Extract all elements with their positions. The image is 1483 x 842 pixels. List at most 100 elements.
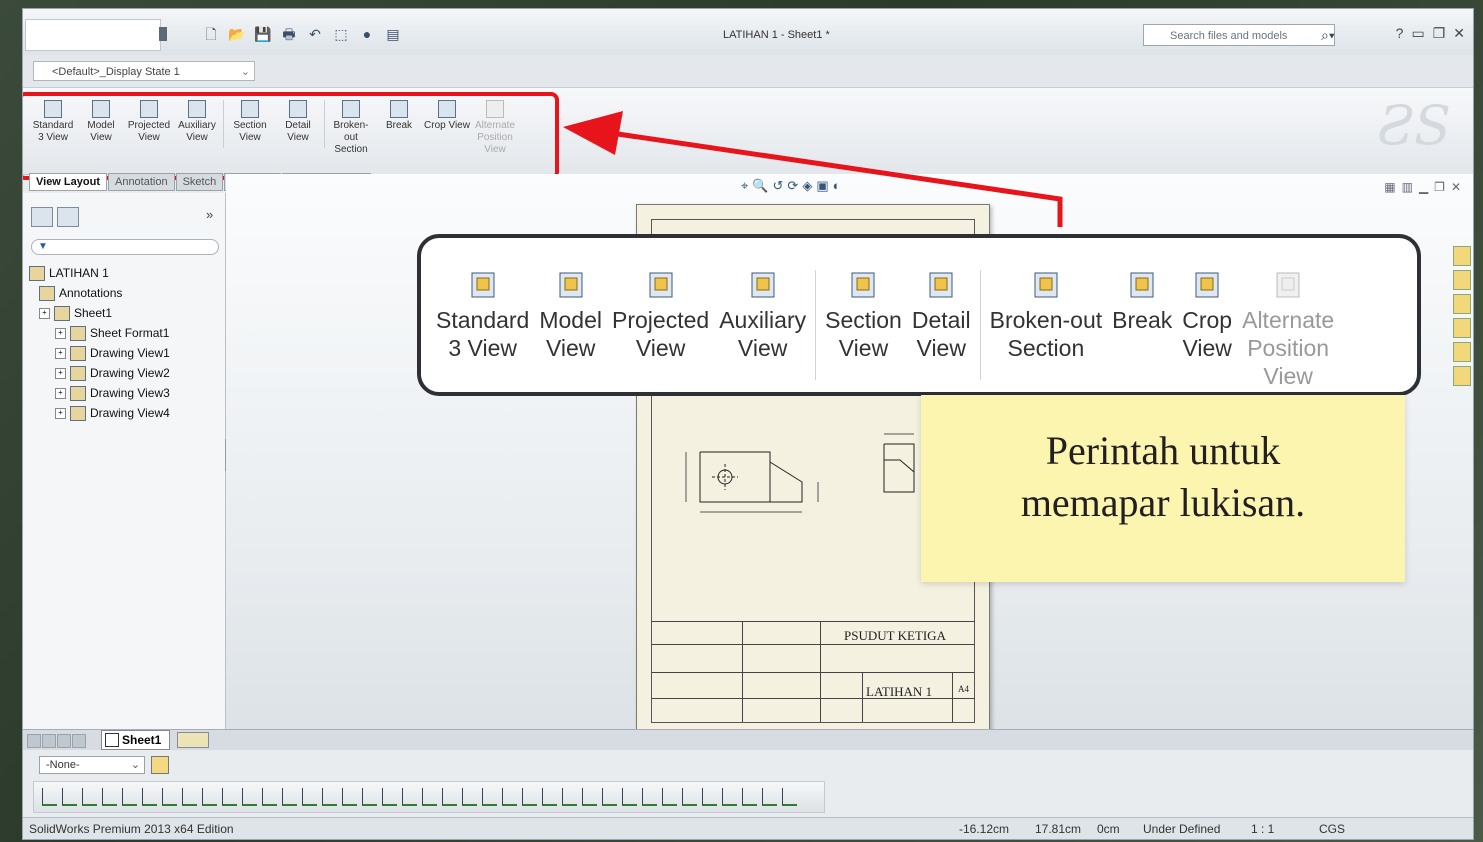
tree-item[interactable]: + Sheet Format1	[29, 323, 170, 343]
hide-show-icon[interactable]: ◐	[833, 178, 841, 194]
print-icon[interactable]: 🖶	[279, 25, 299, 43]
sketch-tool-icon[interactable]	[342, 788, 357, 806]
sketch-tool-icon[interactable]	[382, 788, 397, 806]
chevron-right-icon[interactable]: »	[206, 207, 213, 222]
first-sheet-icon[interactable]	[27, 734, 41, 748]
expand-icon[interactable]: +	[55, 347, 66, 359]
expand-icon[interactable]: +	[55, 387, 66, 399]
tab-sketch[interactable]: Sketch	[175, 173, 224, 191]
tab-annotation[interactable]: Annotation	[107, 173, 175, 191]
restore-icon[interactable]: ❐	[1434, 180, 1445, 194]
file-explorer-icon[interactable]	[1453, 294, 1471, 314]
tree-item[interactable]: + Drawing View1	[29, 343, 170, 363]
expand-icon[interactable]: +	[39, 307, 50, 319]
restore-icon[interactable]: ❐	[1433, 25, 1446, 42]
layer-properties-icon[interactable]	[151, 756, 169, 774]
sketch-tool-icon[interactable]	[482, 788, 497, 806]
open-icon[interactable]: 📂	[227, 25, 247, 43]
expand-icon[interactable]: +	[55, 327, 66, 339]
sketch-tool-icon[interactable]	[222, 788, 237, 806]
search-input[interactable]: Search files and models	[1143, 24, 1335, 46]
sketch-tool-icon[interactable]	[522, 788, 537, 806]
sketch-tool-icon[interactable]	[762, 788, 777, 806]
zoom-fit-icon[interactable]: ⌖	[741, 178, 748, 194]
custom-properties-icon[interactable]	[1453, 366, 1471, 386]
menu-flyout-arrow[interactable]	[159, 27, 167, 41]
expand-icon[interactable]: +	[55, 367, 66, 379]
previous-view-icon[interactable]: ↺	[773, 178, 784, 194]
sketch-tool-icon[interactable]	[162, 788, 177, 806]
next-sheet-icon[interactable]	[57, 734, 71, 748]
layer-select[interactable]: -None- ⌄	[39, 756, 145, 774]
sketch-tool-icon[interactable]	[502, 788, 517, 806]
sketch-tool-icon[interactable]	[182, 788, 197, 806]
view-orientation-icon[interactable]: ◈	[802, 178, 812, 194]
tree-item[interactable]: + Drawing View2	[29, 363, 170, 383]
sketch-tool-icon[interactable]	[322, 788, 337, 806]
sketch-tool-icon[interactable]	[202, 788, 217, 806]
expand-icon[interactable]: +	[55, 407, 66, 419]
tree-item[interactable]: Annotations	[29, 283, 170, 303]
sketch-tool-icon[interactable]	[702, 788, 717, 806]
sketch-tool-icon[interactable]	[122, 788, 137, 806]
magnifier-icon[interactable]: ⌕▾	[1321, 27, 1335, 44]
sketch-tool-icon[interactable]	[462, 788, 477, 806]
sketch-tool-icon[interactable]	[362, 788, 377, 806]
select-icon[interactable]: ⬚	[331, 25, 351, 43]
prev-sheet-icon[interactable]	[42, 734, 56, 748]
zoom-area-icon[interactable]: 🔍	[752, 178, 768, 194]
sketch-tool-icon[interactable]	[422, 788, 437, 806]
filter-input[interactable]: ▼	[31, 239, 219, 255]
appearances-icon[interactable]	[1453, 342, 1471, 362]
tile-icon[interactable]: ▦	[1384, 180, 1395, 194]
status-units[interactable]: CGS	[1319, 822, 1345, 836]
sketch-tool-icon[interactable]	[582, 788, 597, 806]
options-icon[interactable]: ▤	[383, 25, 403, 43]
view-palette-icon[interactable]	[1453, 318, 1471, 338]
sketch-tool-icon[interactable]	[262, 788, 277, 806]
sketch-tool-icon[interactable]	[722, 788, 737, 806]
display-style-icon[interactable]: ▣	[816, 178, 828, 194]
help-icon[interactable]: ?	[1396, 25, 1404, 42]
last-sheet-icon[interactable]	[72, 734, 86, 748]
sketch-tool-icon[interactable]	[782, 788, 797, 806]
tree-root[interactable]: LATIHAN 1	[29, 263, 170, 283]
add-sheet-button[interactable]	[177, 732, 209, 748]
tree-item[interactable]: + Drawing View4	[29, 403, 170, 423]
sketch-tool-icon[interactable]	[642, 788, 657, 806]
sketch-tool-icon[interactable]	[442, 788, 457, 806]
sketch-tool-icon[interactable]	[542, 788, 557, 806]
app-logo[interactable]	[25, 19, 161, 51]
sketch-tool-icon[interactable]	[302, 788, 317, 806]
close-icon[interactable]: ✕	[1453, 25, 1465, 42]
sketch-tool-icon[interactable]	[242, 788, 257, 806]
rebuild-icon[interactable]: ●	[357, 25, 377, 43]
sketch-tool-icon[interactable]	[402, 788, 417, 806]
rotate-icon[interactable]: ⟳	[787, 178, 798, 194]
close-icon[interactable]: ✕	[1451, 180, 1461, 194]
new-icon[interactable]: 🗋	[201, 25, 221, 43]
display-state-select[interactable]: <Default>_Display State 1 ⌄	[33, 61, 255, 81]
sketch-tool-icon[interactable]	[102, 788, 117, 806]
tab-view-layout[interactable]: View Layout	[29, 173, 107, 191]
split-icon[interactable]: ▥	[1402, 180, 1413, 194]
undo-icon[interactable]: ↶	[305, 25, 325, 43]
sketch-tool-icon[interactable]	[682, 788, 697, 806]
sketch-tool-icon[interactable]	[662, 788, 677, 806]
sketch-tool-icon[interactable]	[82, 788, 97, 806]
tree-item[interactable]: + Sheet1	[29, 303, 170, 323]
solidworks-resources-icon[interactable]	[1453, 246, 1471, 266]
sketch-tool-icon[interactable]	[622, 788, 637, 806]
sketch-tool-icon[interactable]	[562, 788, 577, 806]
sketch-tool-icon[interactable]	[62, 788, 77, 806]
save-icon[interactable]: 💾	[253, 25, 273, 43]
feature-tree-tab-icon[interactable]	[31, 207, 53, 227]
minimize-icon[interactable]: ▭	[1411, 25, 1424, 42]
design-library-icon[interactable]	[1453, 270, 1471, 290]
sketch-tool-icon[interactable]	[742, 788, 757, 806]
sketch-tool-icon[interactable]	[602, 788, 617, 806]
sketch-tool-icon[interactable]	[42, 788, 57, 806]
sketch-tool-icon[interactable]	[142, 788, 157, 806]
property-tab-icon[interactable]	[57, 207, 79, 227]
tree-item[interactable]: + Drawing View3	[29, 383, 170, 403]
